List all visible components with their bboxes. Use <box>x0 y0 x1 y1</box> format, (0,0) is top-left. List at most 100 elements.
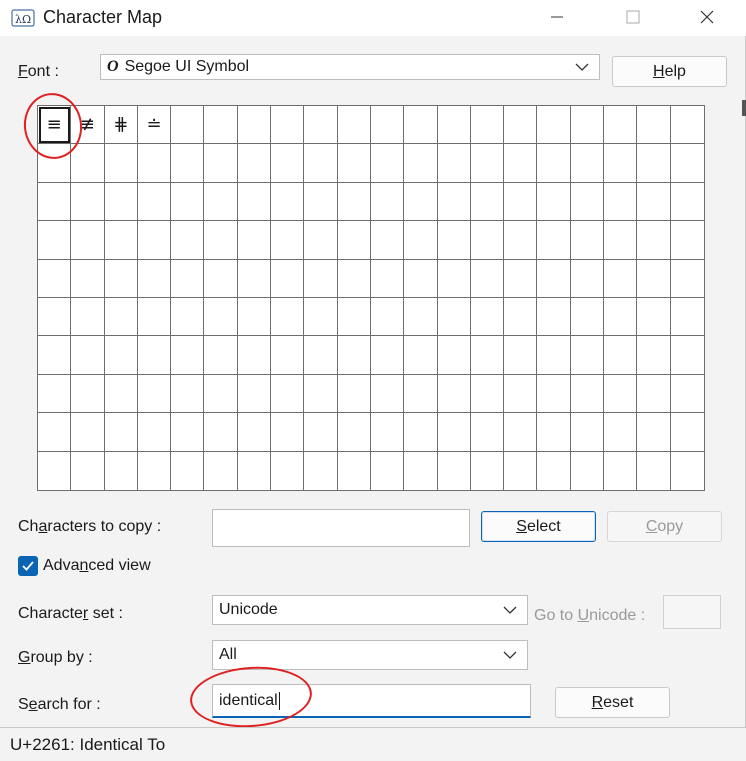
character-cell[interactable] <box>437 106 471 145</box>
character-cell[interactable] <box>304 413 338 452</box>
character-cell[interactable]: ⋕ <box>104 106 138 145</box>
character-cell[interactable] <box>38 221 72 260</box>
character-cell[interactable] <box>171 413 205 452</box>
character-cell[interactable] <box>370 221 405 260</box>
character-cell[interactable] <box>404 413 438 452</box>
character-cell[interactable] <box>370 144 405 183</box>
character-cell[interactable] <box>271 336 305 375</box>
character-cell[interactable] <box>271 106 305 145</box>
character-cell[interactable] <box>337 374 371 414</box>
character-cell[interactable] <box>271 374 305 414</box>
character-cell[interactable] <box>71 413 105 452</box>
advanced-view-checkbox[interactable] <box>18 556 38 576</box>
character-cell[interactable] <box>71 298 105 337</box>
character-cell[interactable] <box>437 336 471 375</box>
character-cell[interactable]: ≢ <box>71 106 105 145</box>
character-cell[interactable] <box>637 182 671 222</box>
copy-button[interactable]: Copy <box>607 511 722 542</box>
character-cell[interactable] <box>537 413 571 452</box>
character-cell[interactable] <box>304 106 338 145</box>
character-cell[interactable] <box>171 374 205 414</box>
character-cell[interactable] <box>237 298 272 337</box>
character-cell[interactable] <box>370 182 405 222</box>
character-cell[interactable] <box>204 336 238 375</box>
character-cell[interactable] <box>637 413 671 452</box>
character-cell[interactable] <box>38 298 72 337</box>
character-cell[interactable] <box>404 298 438 337</box>
character-cell[interactable] <box>171 221 205 260</box>
character-cell[interactable] <box>537 336 571 375</box>
character-cell[interactable] <box>470 106 505 145</box>
character-cell[interactable] <box>104 374 138 414</box>
character-cell[interactable] <box>304 451 338 490</box>
character-cell[interactable] <box>304 182 338 222</box>
character-cell[interactable] <box>670 183 704 222</box>
character-cell[interactable] <box>71 374 105 414</box>
character-cell[interactable] <box>171 144 205 183</box>
character-cell[interactable] <box>38 336 72 375</box>
character-cell[interactable] <box>171 298 205 337</box>
character-cell[interactable] <box>304 259 338 298</box>
character-cell[interactable] <box>337 106 371 145</box>
character-cell[interactable] <box>537 144 571 183</box>
character-cell[interactable] <box>137 182 172 222</box>
character-cell[interactable] <box>304 298 338 337</box>
character-cell[interactable] <box>71 259 105 298</box>
character-cell[interactable] <box>504 451 538 490</box>
character-cell[interactable] <box>337 413 371 452</box>
character-cell[interactable] <box>271 413 305 452</box>
character-cell[interactable] <box>370 374 405 414</box>
character-cell[interactable] <box>271 451 305 490</box>
character-cell[interactable] <box>637 451 671 490</box>
character-cell[interactable] <box>670 106 704 145</box>
character-cell[interactable] <box>670 144 704 183</box>
character-cell[interactable] <box>570 374 605 414</box>
character-cell[interactable] <box>204 298 238 337</box>
character-cell[interactable] <box>570 336 605 375</box>
character-cell[interactable] <box>437 221 471 260</box>
character-cell[interactable] <box>470 374 505 414</box>
character-cell[interactable] <box>237 374 272 414</box>
character-cell[interactable] <box>338 451 371 490</box>
character-cell[interactable] <box>470 221 505 260</box>
character-cell[interactable] <box>671 452 704 490</box>
character-cell[interactable] <box>104 221 138 260</box>
character-cell[interactable] <box>337 221 371 260</box>
character-cell[interactable] <box>504 336 538 375</box>
character-cell[interactable] <box>237 106 272 145</box>
character-cell[interactable] <box>537 259 571 298</box>
character-cell[interactable] <box>404 221 438 260</box>
character-cell[interactable] <box>604 259 638 298</box>
character-cell[interactable] <box>38 374 72 414</box>
search-input[interactable]: identical <box>212 684 531 718</box>
character-cell[interactable] <box>104 413 138 452</box>
character-cell[interactable] <box>137 298 172 337</box>
character-cell[interactable] <box>404 336 438 375</box>
character-cell[interactable] <box>237 182 272 222</box>
character-cell[interactable] <box>38 182 72 222</box>
character-cell[interactable] <box>470 259 505 298</box>
character-cell[interactable] <box>204 413 238 452</box>
character-cell[interactable] <box>71 144 105 183</box>
character-cell[interactable] <box>470 413 505 452</box>
character-cell[interactable] <box>470 336 505 375</box>
character-cell[interactable] <box>571 451 605 490</box>
character-cell[interactable] <box>437 259 471 298</box>
character-cell[interactable] <box>404 182 438 222</box>
character-cell[interactable] <box>604 221 638 260</box>
goto-unicode-input[interactable] <box>663 595 721 629</box>
maximize-button[interactable] <box>610 0 656 34</box>
character-cell[interactable] <box>370 106 405 145</box>
character-cell[interactable] <box>38 144 72 183</box>
character-cell[interactable] <box>670 336 704 375</box>
character-cell[interactable] <box>137 413 172 452</box>
group-by-dropdown[interactable]: All <box>212 640 528 670</box>
character-cell[interactable] <box>38 451 72 490</box>
character-cell[interactable] <box>237 221 272 260</box>
character-cell[interactable] <box>237 259 272 298</box>
character-set-dropdown[interactable]: Unicode <box>212 595 528 625</box>
character-cell[interactable] <box>570 413 605 452</box>
character-cell[interactable] <box>71 336 105 375</box>
character-cell[interactable] <box>637 374 671 414</box>
character-cell[interactable] <box>204 144 238 183</box>
